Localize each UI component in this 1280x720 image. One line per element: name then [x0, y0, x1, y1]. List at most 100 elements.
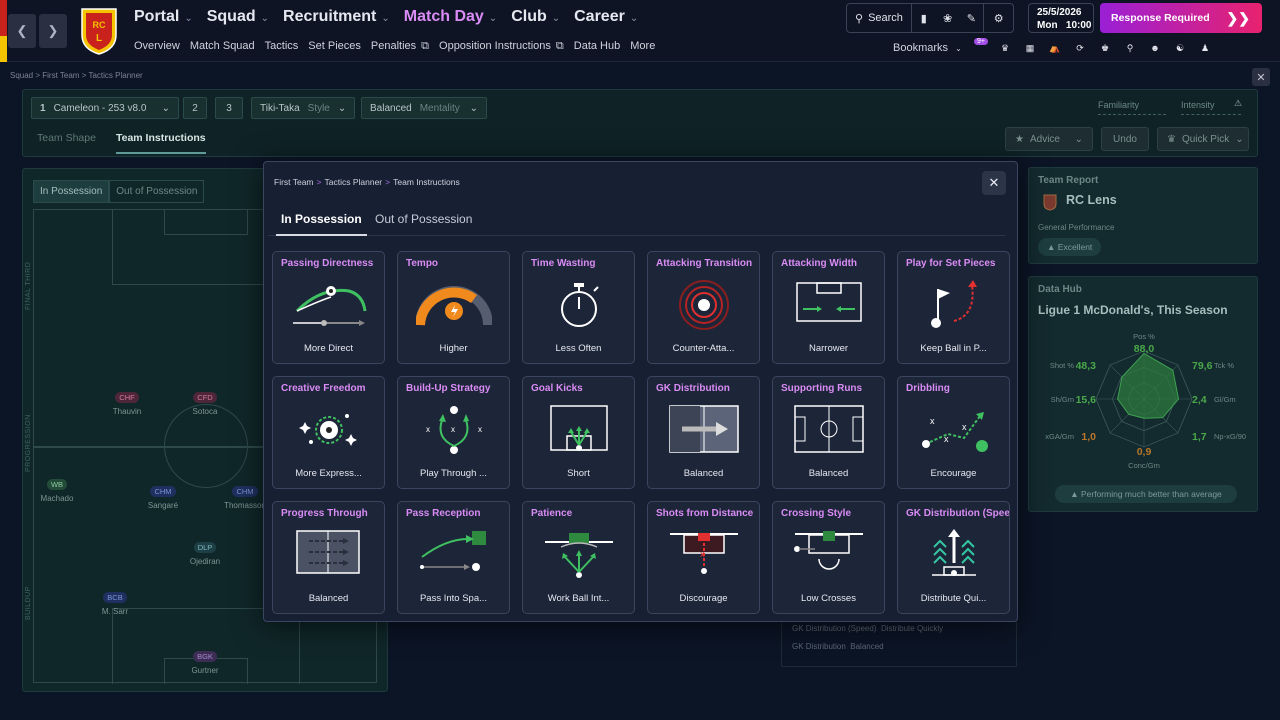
instruction-card-patience[interactable]: Patience Work Ball Int... — [522, 501, 635, 614]
instruction-card-gk-distribution-speed[interactable]: GK Distribution (Speed Distribute Qui... — [897, 501, 1010, 614]
forward-arrow-icon[interactable]: ❯ — [39, 14, 67, 48]
back-arrow-icon[interactable]: ❮ — [8, 14, 36, 48]
mentality-value: Balanced — [370, 102, 412, 114]
instruction-card-tempo[interactable]: Tempo Higher — [397, 251, 510, 364]
menu-club[interactable]: Club ⌄ — [511, 8, 560, 26]
submenu-match-squad[interactable]: Match Squad — [190, 40, 255, 53]
instruction-card-value: Low Crosses — [801, 593, 856, 604]
instruction-card-attacking-transition[interactable]: Attacking Transition Counter-Atta... — [647, 251, 760, 364]
pen-icon[interactable]: ✎ — [959, 4, 983, 32]
shirt-icon[interactable]: ♛ — [997, 40, 1013, 56]
instruction-card-progress-through[interactable]: Progress Through Balanced — [272, 501, 385, 614]
modal-breadcrumb-item: Team Instructions — [393, 177, 460, 187]
tactic-slot-2[interactable]: 2 — [183, 97, 207, 119]
performance-summary-badge: ▲ Performing much better than average — [1055, 485, 1237, 503]
continue-chevrons-icon: ❯❯ — [1226, 10, 1250, 26]
performance-summary: Performing much better than average — [1080, 489, 1222, 499]
submenu-data-hub[interactable]: Data Hub — [574, 40, 620, 53]
bookmark-icon[interactable]: ▮ — [912, 4, 936, 32]
tab-team-shape[interactable]: Team Shape — [37, 132, 96, 154]
inbox-bookmark-icon[interactable]: 9+ — [972, 38, 988, 56]
svg-text:RC: RC — [93, 20, 106, 30]
instruction-card-value: Less Often — [555, 343, 602, 354]
instruction-card-gk-distribution[interactable]: GK Distribution Balanced — [647, 376, 760, 489]
menu-career[interactable]: Career ⌄ — [574, 8, 638, 26]
submenu-tactics[interactable]: Tactics — [265, 40, 299, 53]
date-time-box[interactable]: 25/5/2026 Mon 10:00 — [1028, 3, 1094, 33]
advice-button[interactable]: ★ Advice ⌄ — [1005, 127, 1093, 151]
instruction-card-pass-reception[interactable]: Pass Reception Pass Into Spa... — [397, 501, 510, 614]
search-player-icon[interactable]: ⚲ — [1122, 40, 1138, 56]
submenu-set-pieces[interactable]: Set Pieces — [308, 40, 361, 53]
submenu-opposition-instructions[interactable]: Opposition Instructions — [439, 40, 551, 53]
tactic-slot-3[interactable]: 3 — [215, 97, 243, 119]
intensity-label[interactable]: Intensity — [1181, 100, 1241, 115]
instruction-card-build-up-strategy[interactable]: Build-Up Strategy x x x Play Through ... — [397, 376, 510, 489]
menu-match-day[interactable]: Match Day ⌄ — [404, 8, 497, 26]
instruction-card-attacking-width[interactable]: Attacking Width Narrower — [772, 251, 885, 364]
quick-pick-button[interactable]: ♛ Quick Pick ⌄ — [1157, 127, 1249, 151]
submenu-overview[interactable]: Overview — [134, 40, 180, 53]
brain-icon[interactable]: ❀ — [936, 4, 960, 32]
breadcrumb-item[interactable]: First Team — [42, 71, 79, 80]
staff-icon[interactable]: ☻ — [1147, 40, 1163, 56]
training-icon[interactable]: ⛺ — [1047, 40, 1063, 56]
player-marker[interactable]: DLP Ojediran — [175, 542, 235, 566]
instruction-card-supporting-runs[interactable]: Supporting Runs Balanced — [772, 376, 885, 489]
general-performance-label: General Performance — [1038, 223, 1115, 232]
modal-breadcrumb-item[interactable]: Tactics Planner — [325, 177, 383, 187]
tab-team-instructions[interactable]: Team Instructions — [115, 132, 206, 154]
toggle-out-of-possession[interactable]: Out of Possession — [109, 180, 205, 203]
response-required-button[interactable]: Response Required ❯❯ — [1100, 3, 1262, 33]
breadcrumb-item[interactable]: Squad — [10, 71, 33, 80]
chevron-down-icon: ⌄ — [488, 13, 498, 24]
mentality-select[interactable]: Balanced Mentality ⌄ — [361, 97, 487, 119]
club-crest-icon[interactable]: RC L — [80, 7, 118, 55]
gear-icon[interactable]: ⚙ — [983, 4, 1013, 32]
data-hub-title: Data Hub — [1038, 284, 1082, 295]
tab-in-possession[interactable]: In Possession — [276, 212, 367, 236]
people-icon[interactable]: ♟ — [1197, 40, 1213, 56]
player-marker[interactable]: CHF Thauvin — [97, 392, 157, 416]
player-marker[interactable]: BGK Gurtner — [175, 651, 235, 675]
tab-out-of-possession[interactable]: Out of Possession — [375, 212, 472, 226]
team-sheet-icon[interactable]: ▦ — [1022, 40, 1038, 56]
toggle-in-possession[interactable]: In Possession — [33, 180, 110, 203]
player-marker[interactable]: WB Machado — [27, 479, 87, 503]
bookmarks-dropdown[interactable]: Bookmarks ⌄ — [893, 42, 962, 54]
instruction-card-value: Balanced — [308, 593, 349, 604]
instruction-card-title: Attacking Transition — [656, 258, 753, 269]
trophy-icon[interactable]: ♚ — [1097, 40, 1113, 56]
undo-button[interactable]: Undo — [1101, 127, 1149, 151]
menu-squad[interactable]: Squad ⌄ — [207, 8, 269, 26]
close-modal-icon[interactable]: ✕ — [982, 171, 1006, 195]
scouting-icon[interactable]: ☯ — [1172, 40, 1188, 56]
instruction-card-time-wasting[interactable]: Time Wasting Less Often — [522, 251, 635, 364]
radar-performance-shape — [1117, 352, 1180, 419]
player-marker[interactable]: CFD Sotoca — [175, 392, 235, 416]
search-button[interactable]: ⚲ Search — [847, 4, 912, 32]
external-link-icon: ⧉ — [421, 40, 430, 52]
style-select[interactable]: Tiki-Taka Style ⌄ — [251, 97, 355, 119]
instruction-card-creative-freedom[interactable]: Creative Freedom More Express... — [272, 376, 385, 489]
tactic-select[interactable]: 1 Cameleon - 253 v8.0 ⌄ — [31, 97, 179, 119]
instruction-card-crossing-style[interactable]: Crossing Style Low Crosses — [772, 501, 885, 614]
menu-recruitment[interactable]: Recruitment ⌄ — [283, 8, 390, 26]
refresh-icon[interactable]: ⟳ — [1072, 40, 1088, 56]
instruction-card-passing-directness[interactable]: Passing Directness More Direct — [272, 251, 385, 364]
submenu-penalties[interactable]: Penalties — [371, 40, 416, 53]
instruction-card-goal-kicks[interactable]: Goal Kicks Short — [522, 376, 635, 489]
svg-text:x: x — [478, 425, 482, 434]
submenu-more[interactable]: More — [630, 40, 655, 53]
modal-breadcrumb-item[interactable]: First Team — [274, 177, 314, 187]
instruction-card-play-for-set-pieces[interactable]: Play for Set Pieces Keep Ball in P... — [897, 251, 1010, 364]
quick-pick-label: Quick Pick — [1181, 133, 1230, 145]
player-marker[interactable]: CHM Sangaré — [133, 486, 193, 510]
familiarity-label[interactable]: Familiarity — [1098, 100, 1166, 115]
instruction-card-dribbling[interactable]: Dribbling x x x Encourage — [897, 376, 1010, 489]
star-icon: ★ — [1015, 133, 1024, 145]
close-page-icon[interactable]: ✕ — [1252, 68, 1270, 86]
player-marker[interactable]: BCB M. Sarr — [85, 592, 145, 616]
instruction-card-shots-from-distance[interactable]: Shots from Distance x Discourage — [647, 501, 760, 614]
menu-portal[interactable]: Portal ⌄ — [134, 8, 193, 26]
